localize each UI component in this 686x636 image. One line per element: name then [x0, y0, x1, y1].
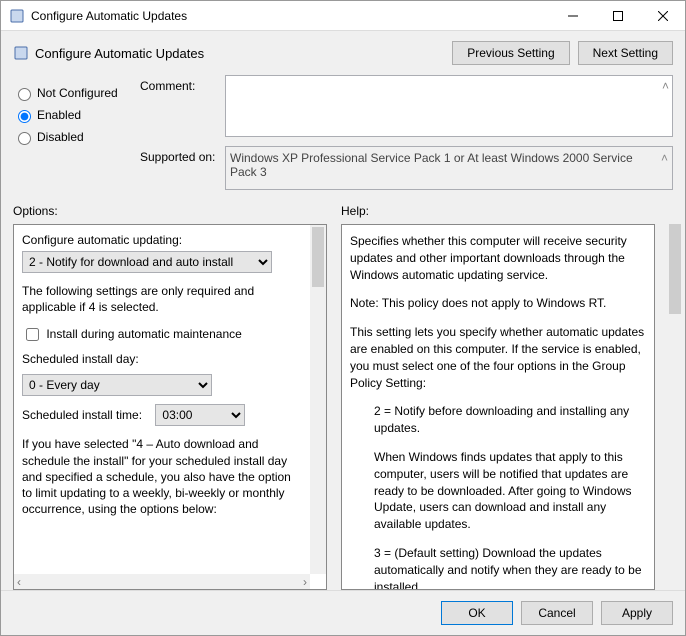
comment-textarea[interactable]	[225, 75, 673, 137]
apply-button[interactable]: Apply	[601, 601, 673, 625]
policy-title: Configure Automatic Updates	[35, 46, 444, 61]
maximize-button[interactable]	[595, 1, 640, 30]
supported-on-box: Windows XP Professional Service Pack 1 o…	[225, 146, 673, 190]
radio-enabled[interactable]: Enabled	[13, 107, 128, 123]
supported-on-label: Supported on:	[140, 146, 225, 190]
scheduled-time-select[interactable]: 03:00	[155, 404, 245, 426]
scroll-up-icon: ˄	[661, 151, 668, 165]
previous-setting-button[interactable]: Previous Setting	[452, 41, 569, 65]
next-setting-button[interactable]: Next Setting	[578, 41, 673, 65]
footer: OK Cancel Apply	[1, 590, 685, 635]
help-text: 3 = (Default setting) Download the updat…	[350, 545, 648, 590]
comment-label: Comment:	[140, 75, 225, 140]
install-maintenance-checkbox[interactable]	[26, 328, 39, 341]
configure-updating-select[interactable]: 2 - Notify for download and auto install	[22, 251, 272, 273]
cancel-button[interactable]: Cancel	[521, 601, 593, 625]
right-column: Comment: ˄ Supported on: Windows XP Prof…	[140, 75, 673, 190]
help-text: When Windows finds updates that apply to…	[350, 449, 648, 533]
state-radios: Not Configured Enabled Disabled	[13, 75, 128, 190]
policy-icon	[9, 8, 25, 24]
radio-disabled[interactable]: Disabled	[13, 129, 128, 145]
help-text: Note: This policy does not apply to Wind…	[350, 295, 648, 312]
help-text: 2 = Notify before downloading and instal…	[350, 403, 648, 437]
options-label: Options:	[13, 204, 327, 218]
scheduled-time-label: Scheduled install time:	[22, 408, 142, 422]
dialog-window: Configure Automatic Updates Configure Au…	[0, 0, 686, 636]
help-label: Help:	[341, 204, 655, 218]
help-body: Specifies whether this computer will rec…	[341, 224, 655, 590]
settings-row: Not Configured Enabled Disabled Comment:…	[1, 75, 685, 198]
options-body: Configure automatic updating: 2 - Notify…	[13, 224, 327, 590]
following-note: The following settings are only required…	[22, 283, 302, 315]
help-text: This setting lets you specify whether au…	[350, 324, 648, 391]
options-vscrollbar[interactable]	[310, 225, 326, 574]
panes: Options: Configure automatic updating: 2…	[1, 198, 667, 590]
scheduled-day-select[interactable]: 0 - Every day	[22, 374, 212, 396]
window-title: Configure Automatic Updates	[31, 9, 550, 23]
configure-updating-label: Configure automatic updating:	[22, 233, 306, 247]
scheduled-day-label: Scheduled install day:	[22, 352, 306, 366]
auto-download-note: If you have selected "4 – Auto download …	[22, 436, 302, 517]
help-text: Specifies whether this computer will rec…	[350, 233, 648, 283]
options-hscrollbar[interactable]: ‹›	[14, 574, 310, 589]
titlebar: Configure Automatic Updates	[1, 1, 685, 31]
close-button[interactable]	[640, 1, 685, 30]
radio-enabled-input[interactable]	[18, 110, 31, 123]
radio-not-configured-input[interactable]	[18, 88, 31, 101]
header: Configure Automatic Updates Previous Set…	[1, 31, 685, 75]
ok-button[interactable]: OK	[441, 601, 513, 625]
radio-not-configured[interactable]: Not Configured	[13, 85, 128, 101]
radio-disabled-input[interactable]	[18, 132, 31, 145]
options-pane: Options: Configure automatic updating: 2…	[13, 198, 327, 590]
install-maintenance-checkbox-label[interactable]: Install during automatic maintenance	[22, 327, 242, 341]
help-pane: Help: Specifies whether this computer wi…	[341, 198, 655, 590]
minimize-button[interactable]	[550, 1, 595, 30]
policy-icon	[13, 45, 29, 61]
help-vscrollbar[interactable]	[667, 222, 683, 590]
